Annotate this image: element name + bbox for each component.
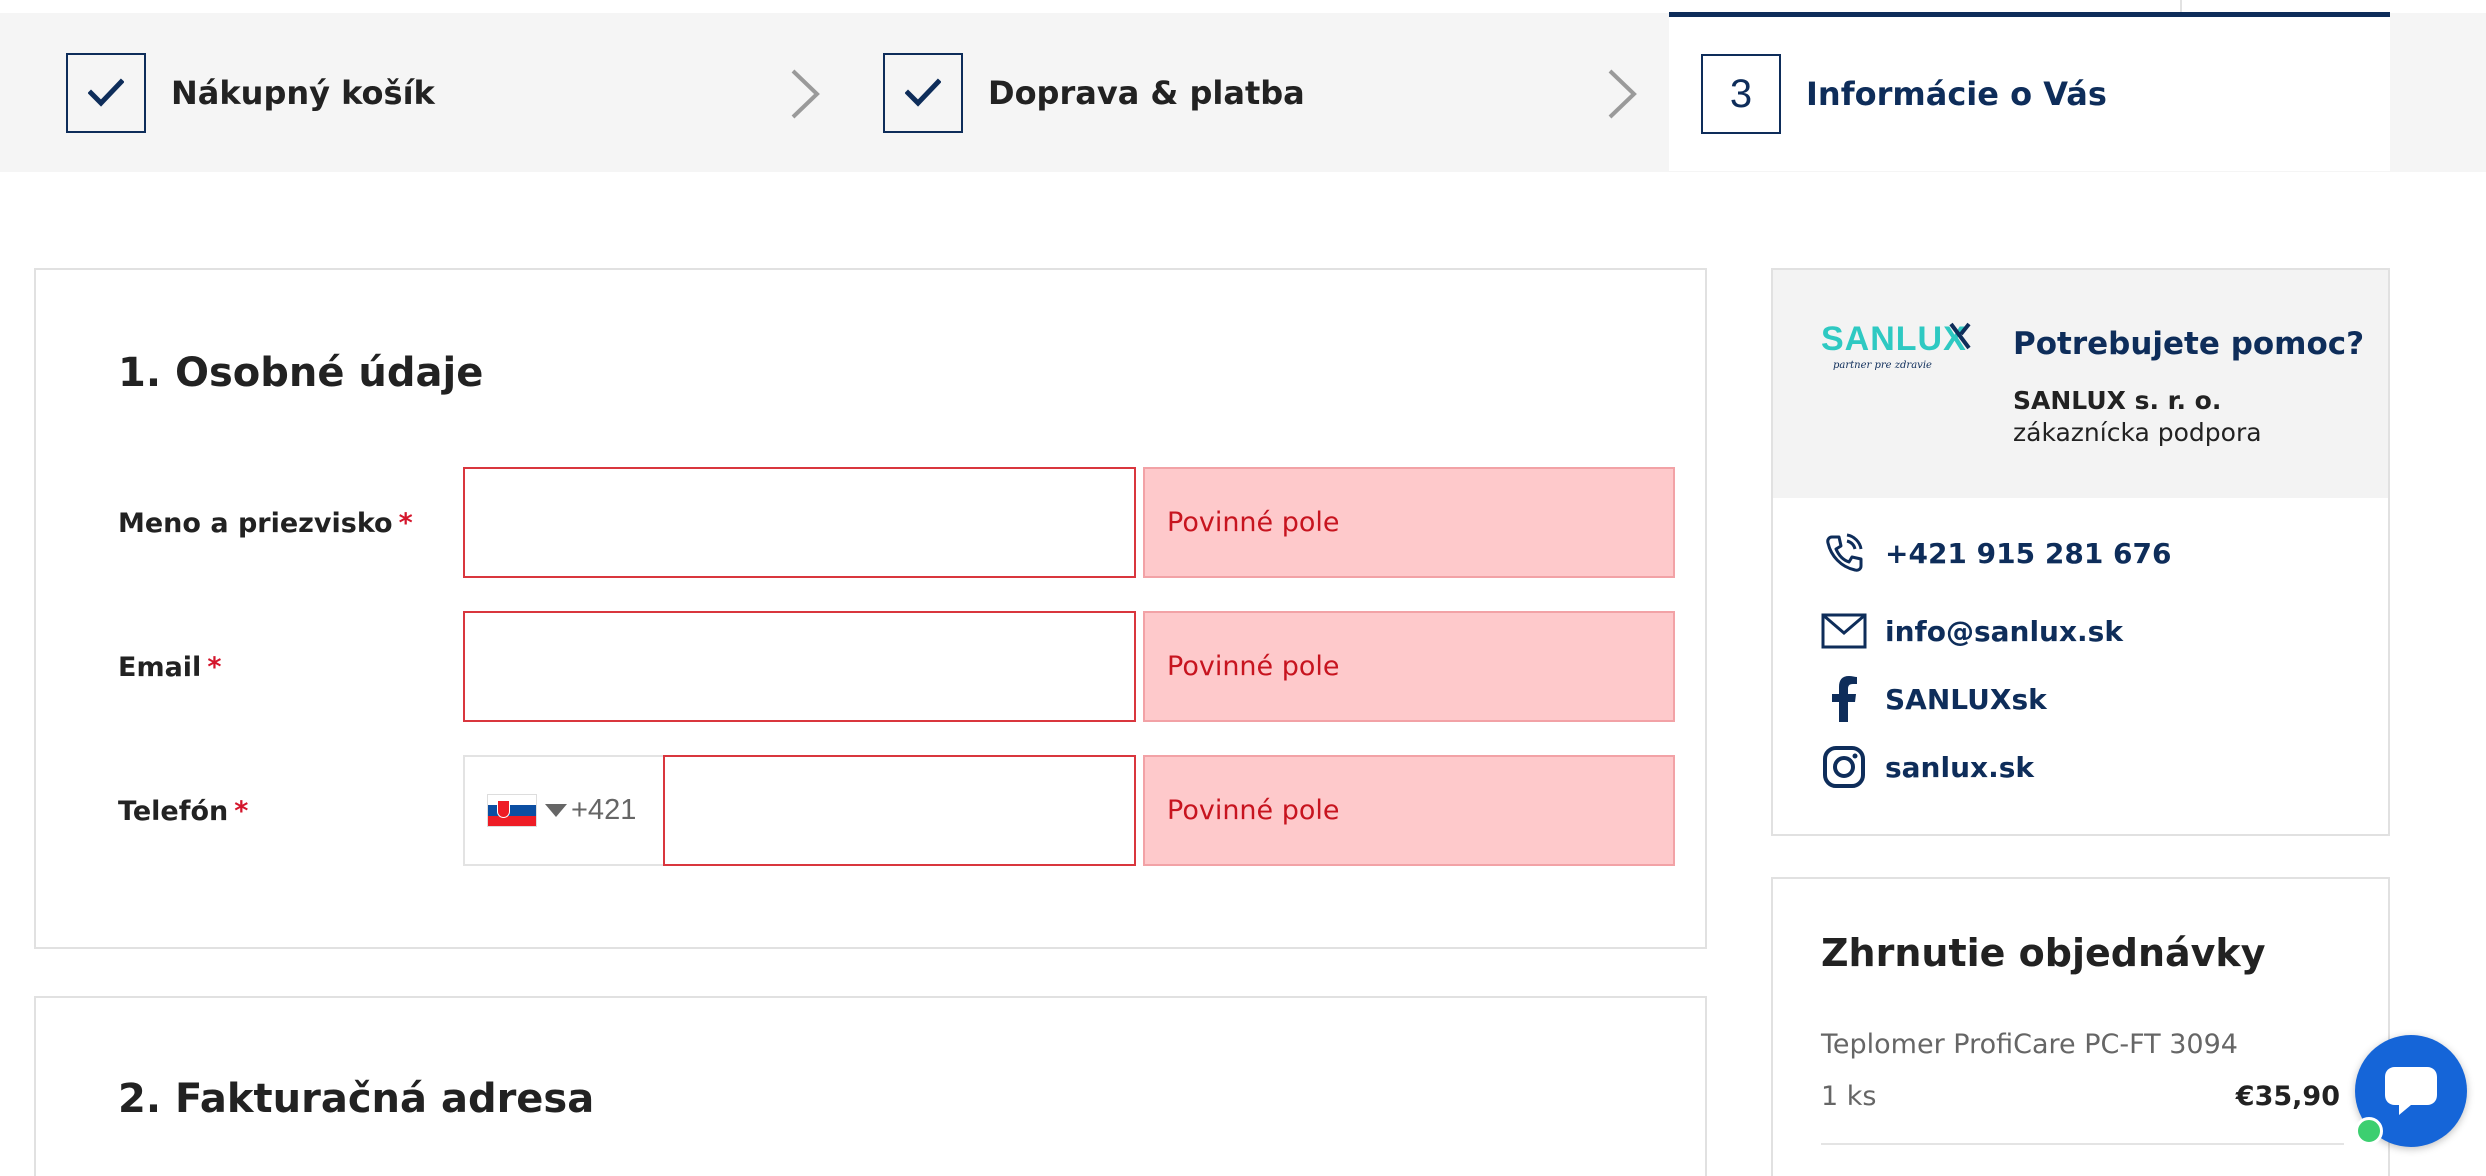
- summary-divider: [1821, 1143, 2344, 1145]
- check-icon: [66, 52, 146, 133]
- help-title: Potrebujete pomoc?: [2013, 326, 2365, 362]
- phone-label: Telefón *: [118, 796, 249, 827]
- sanlux-logo: SANLUX partner pre zdravie: [1821, 320, 1971, 371]
- contact-phone[interactable]: +421 915 281 676: [1821, 530, 2172, 576]
- contact-email-text: info@sanlux.sk: [1885, 614, 2123, 648]
- name-label: Meno a priezvisko *: [118, 508, 413, 539]
- chevron-right-icon: [1608, 69, 1637, 119]
- summary-item-qty: 1 ks: [1821, 1081, 1877, 1112]
- chevron-right-icon: [791, 69, 820, 119]
- email-error: Povinné pole: [1143, 611, 1675, 722]
- step-customer-info: 3 Informácie o Vás: [1669, 12, 2390, 171]
- email-field[interactable]: [463, 611, 1136, 722]
- step-cart[interactable]: Nákupný košík: [66, 13, 435, 172]
- phone-prefix: +421: [571, 794, 637, 826]
- mail-icon: [1821, 608, 1867, 654]
- help-company: SANLUX s. r. o.: [2013, 386, 2222, 415]
- required-mark: *: [234, 796, 249, 827]
- caret-down-icon: [545, 804, 567, 817]
- help-subtitle: zákaznícka podpora: [2013, 418, 2262, 447]
- step-info-label: Informácie o Vás: [1806, 75, 2107, 113]
- name-field[interactable]: [463, 467, 1136, 578]
- summary-title: Zhrnutie objednávky: [1821, 931, 2266, 975]
- step-number: 3: [1729, 71, 1753, 116]
- required-mark: *: [398, 508, 413, 539]
- personal-details-card: 1. Osobné údaje Meno a priezvisko * Povin…: [34, 268, 1707, 949]
- phone-field[interactable]: [663, 755, 1136, 866]
- order-summary-card: Zhrnutie objednávky Teplomer ProfiCare P…: [1771, 877, 2390, 1176]
- section-title: 1. Osobné údaje: [118, 350, 484, 396]
- chat-button[interactable]: [2355, 1035, 2467, 1147]
- step-shipping-payment[interactable]: Doprava & platba: [883, 13, 1305, 172]
- contact-phone-text: +421 915 281 676: [1885, 536, 2172, 570]
- phone-error: Povinné pole: [1143, 755, 1675, 866]
- phone-input[interactable]: [665, 757, 1134, 864]
- contact-instagram-text: sanlux.sk: [1885, 750, 2035, 784]
- summary-item-name[interactable]: Teplomer ProfiCare PC-FT 3094: [1821, 1029, 2238, 1060]
- checkout-steps: Nákupný košík Doprava & platba 3 Informá…: [0, 12, 2486, 172]
- svg-text:partner pre zdravie: partner pre zdravie: [1833, 360, 1932, 371]
- summary-item-price: €35,90: [2235, 1081, 2340, 1112]
- slovakia-flag-icon: [487, 794, 537, 827]
- top-strip: [0, 0, 2486, 12]
- email-label: Email *: [118, 652, 222, 683]
- step-cart-label: Nákupný košík: [171, 73, 435, 112]
- email-input[interactable]: [465, 613, 1134, 720]
- billing-address-card: 2. Fakturačná adresa: [34, 996, 1707, 1176]
- name-error: Povinné pole: [1143, 467, 1675, 578]
- step-number-box: 3: [1701, 54, 1781, 134]
- instagram-icon: [1821, 744, 1867, 790]
- online-status-dot: [2355, 1117, 2383, 1145]
- phone-icon: [1821, 530, 1867, 576]
- contact-facebook-text: SANLUXsk: [1885, 682, 2047, 716]
- contact-email[interactable]: info@sanlux.sk: [1821, 608, 2123, 654]
- facebook-icon: [1821, 676, 1867, 722]
- name-input[interactable]: [465, 469, 1134, 576]
- help-card: SANLUX partner pre zdravie Potrebujete p…: [1771, 268, 2390, 836]
- contact-instagram[interactable]: sanlux.sk: [1821, 744, 2034, 790]
- top-divider: [2180, 0, 2182, 12]
- section-title: 2. Fakturačná adresa: [118, 1076, 595, 1122]
- chat-bubble-icon: [2385, 1067, 2437, 1115]
- contact-facebook[interactable]: SANLUXsk: [1821, 676, 2047, 722]
- required-mark: *: [207, 652, 222, 683]
- svg-text:SANLUX: SANLUX: [1821, 320, 1967, 358]
- help-header: SANLUX partner pre zdravie Potrebujete p…: [1773, 270, 2388, 498]
- check-icon: [883, 52, 963, 133]
- phone-country-select[interactable]: +421: [463, 755, 663, 866]
- step-shipping-label: Doprava & platba: [988, 73, 1305, 112]
